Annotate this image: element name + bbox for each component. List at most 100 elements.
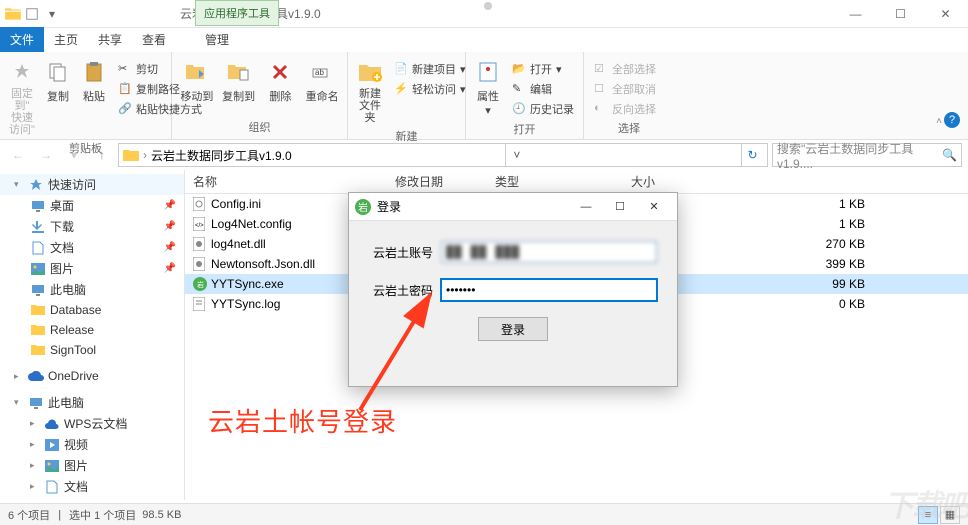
- group-organize: 组织: [178, 117, 341, 135]
- tab-file[interactable]: 文件: [0, 27, 44, 52]
- sidebar-item[interactable]: 图片📌: [0, 258, 184, 279]
- sidebar-this-pc[interactable]: ▾ 此电脑: [0, 392, 184, 413]
- password-label: 云岩土密码: [369, 282, 441, 299]
- column-date[interactable]: 修改日期: [395, 173, 495, 190]
- folder-icon: [30, 302, 46, 318]
- watermark: 下载吧: [884, 481, 968, 525]
- group-new: 新建: [354, 126, 459, 144]
- file-icon: [193, 237, 207, 251]
- search-icon: 🔍: [942, 148, 957, 162]
- status-item-count: 6 个项目: [8, 507, 50, 523]
- sidebar-item[interactable]: ▸文档: [0, 476, 184, 497]
- svg-text:</>: </>: [195, 223, 204, 229]
- status-selection: 选中 1 个项目: [69, 507, 136, 523]
- invert-selection-button[interactable]: ◐反向选择: [590, 100, 660, 118]
- file-icon: [193, 297, 207, 311]
- sidebar-item[interactable]: ▸WPS云文档: [0, 413, 184, 434]
- dialog-maximize-button[interactable]: ☐: [603, 195, 637, 219]
- dialog-close-button[interactable]: ✕: [637, 195, 671, 219]
- close-button[interactable]: ✕: [923, 0, 968, 28]
- copy-button[interactable]: 复制: [42, 56, 74, 106]
- ribbon: 固定到" 快速访问" 复制 粘贴 ✂剪切 📋复制路径 🔗粘贴快捷方式 剪贴板 移…: [0, 52, 968, 140]
- picture-icon: [30, 261, 46, 277]
- login-button[interactable]: 登录: [478, 317, 548, 341]
- sidebar-item[interactable]: 文档📌: [0, 237, 184, 258]
- pin-label: 固定到" 快速访问": [8, 88, 36, 136]
- document-icon: [44, 479, 60, 495]
- account-input[interactable]: [441, 241, 657, 263]
- account-label: 云岩土账号: [369, 244, 441, 261]
- sidebar-item[interactable]: Database: [0, 300, 184, 320]
- collapse-ribbon-icon[interactable]: ˄: [936, 116, 942, 127]
- folder-icon: [4, 5, 22, 23]
- document-icon: [30, 240, 46, 256]
- group-select: 选择: [590, 118, 668, 136]
- nav-sidebar: ▾ 快速访问 桌面📌下载📌文档📌图片📌此电脑DatabaseReleaseSig…: [0, 170, 185, 500]
- properties-button[interactable]: 属性 ▾: [472, 56, 504, 119]
- pin-to-quick-access-button[interactable]: 固定到" 快速访问": [6, 56, 38, 138]
- pin-icon: 📌: [164, 263, 176, 274]
- sidebar-item[interactable]: ▸视频: [0, 434, 184, 455]
- pin-icon: 📌: [164, 200, 176, 211]
- minimize-button[interactable]: —: [833, 0, 878, 28]
- breadcrumb-current[interactable]: 云岩土数据同步工具v1.9.0: [151, 147, 292, 164]
- new-folder-button[interactable]: 新建 文件夹: [354, 56, 386, 126]
- dialog-minimize-button[interactable]: —: [569, 195, 603, 219]
- picture-icon: [44, 458, 60, 474]
- quick-access-toolbar: ▾: [24, 6, 60, 22]
- breadcrumb-dropdown[interactable]: ˅: [505, 144, 527, 166]
- sidebar-item[interactable]: 下载📌: [0, 216, 184, 237]
- qat-properties-icon[interactable]: [24, 6, 40, 22]
- move-to-button[interactable]: 移动到: [178, 56, 216, 106]
- group-clipboard: 剪贴板: [6, 138, 165, 156]
- refresh-button[interactable]: ↻: [741, 144, 763, 166]
- pc-icon: [28, 395, 44, 411]
- qat-dropdown-icon[interactable]: ▾: [44, 6, 60, 22]
- edit-button[interactable]: ✎编辑: [508, 80, 578, 98]
- select-none-button[interactable]: ☐全部取消: [590, 80, 660, 98]
- easy-access-button[interactable]: ⚡轻松访问 ▾: [390, 80, 470, 98]
- status-bar: 6 个项目 | 选中 1 个项目 98.5 KB ≡ ▦: [0, 503, 968, 525]
- dialog-titlebar[interactable]: 岩 登录 — ☐ ✕: [349, 193, 677, 221]
- open-button[interactable]: 📂打开 ▾: [508, 60, 578, 78]
- desktop-icon: [30, 198, 46, 214]
- paste-button[interactable]: 粘贴: [78, 56, 110, 106]
- dialog-title: 登录: [377, 198, 401, 215]
- download-icon: [30, 219, 46, 235]
- sidebar-item[interactable]: 此电脑: [0, 279, 184, 300]
- new-item-button[interactable]: 📄新建项目 ▾: [390, 60, 470, 78]
- video-icon: [44, 437, 60, 453]
- delete-button[interactable]: 删除: [262, 56, 300, 106]
- sidebar-item[interactable]: 桌面📌: [0, 195, 184, 216]
- decoration-dot: [484, 2, 492, 10]
- svg-text:ab: ab: [315, 68, 324, 77]
- maximize-button[interactable]: ☐: [878, 0, 923, 28]
- rename-button[interactable]: ab重命名: [303, 56, 341, 106]
- tab-view[interactable]: 查看: [132, 27, 176, 52]
- tab-share[interactable]: 共享: [88, 27, 132, 52]
- status-size: 98.5 KB: [142, 509, 181, 521]
- column-size[interactable]: 大小: [595, 173, 655, 190]
- tab-home[interactable]: 主页: [44, 27, 88, 52]
- search-input[interactable]: 搜索"云岩土数据同步工具v1.9.... 🔍: [772, 143, 962, 167]
- folder-icon: [30, 342, 46, 358]
- copy-to-button[interactable]: 复制到: [220, 56, 258, 106]
- sidebar-item[interactable]: Release: [0, 320, 184, 340]
- wps-icon: [44, 416, 60, 432]
- help-icon[interactable]: ?: [944, 112, 960, 128]
- sidebar-onedrive[interactable]: ▸ OneDrive: [0, 366, 184, 386]
- sidebar-item[interactable]: ▸图片: [0, 455, 184, 476]
- sidebar-quick-access[interactable]: ▾ 快速访问: [0, 174, 184, 195]
- select-all-button[interactable]: ☑全部选择: [590, 60, 660, 78]
- sidebar-item[interactable]: SignTool: [0, 340, 184, 360]
- pin-icon: 📌: [164, 221, 176, 232]
- breadcrumb[interactable]: › 云岩土数据同步工具v1.9.0 ˅ ↻: [118, 143, 768, 167]
- history-button[interactable]: 🕘历史记录: [508, 100, 578, 118]
- column-name[interactable]: 名称: [185, 173, 395, 190]
- column-headers: 名称 修改日期 类型 大小: [185, 170, 968, 194]
- ribbon-tabs: 文件 主页 共享 查看 管理: [0, 28, 968, 52]
- pc-icon: [30, 282, 46, 298]
- tab-manage[interactable]: 管理: [195, 27, 239, 52]
- password-input[interactable]: [441, 279, 657, 301]
- column-type[interactable]: 类型: [495, 173, 595, 190]
